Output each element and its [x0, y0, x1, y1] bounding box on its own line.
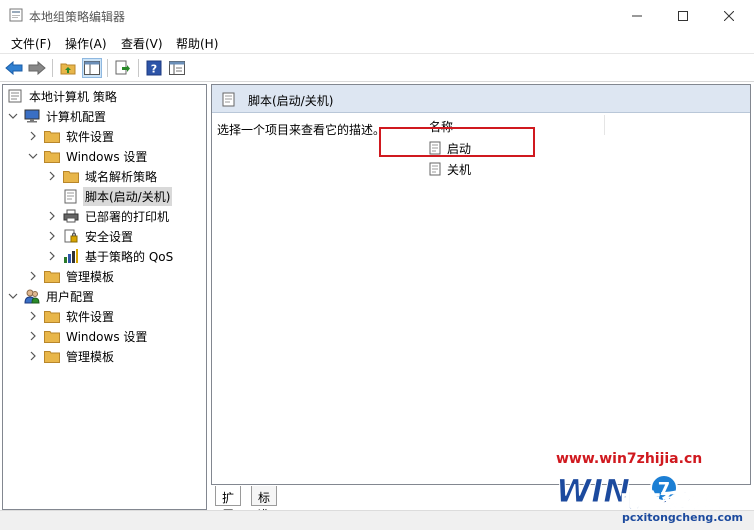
up-button[interactable] [58, 58, 78, 78]
show-hide-tree-button[interactable] [82, 58, 102, 78]
export-list-button[interactable] [113, 58, 133, 78]
menu-bar: 文件(F) 操作(A) 查看(V) 帮助(H) [0, 31, 754, 53]
folder-icon [63, 168, 79, 184]
forward-arrow-icon [28, 61, 46, 75]
title-bar: 本地组策略编辑器 [0, 0, 754, 31]
maximize-button[interactable] [660, 0, 706, 31]
users-icon [24, 288, 40, 304]
column-divider[interactable] [604, 115, 605, 135]
tree-item-computer-config[interactable]: 计算机配置 [7, 106, 108, 126]
details-pane[interactable]: 脚本(启动/关机) 选择一个项目来查看它的描述。 名称 启动 关机 [211, 84, 751, 485]
details-header-title: 脚本(启动/关机) [248, 94, 334, 108]
chevron-right-icon[interactable] [46, 250, 58, 262]
menu-help[interactable]: 帮助(H) [176, 35, 218, 52]
chevron-right-icon[interactable] [46, 170, 58, 182]
forward-button[interactable] [27, 58, 47, 78]
up-folder-icon [60, 63, 76, 75]
chevron-right-icon[interactable] [27, 130, 39, 142]
close-icon [724, 10, 734, 21]
tree-item-local-computer-policy[interactable]: 本地计算机 策略 [7, 86, 119, 106]
back-button[interactable] [4, 58, 24, 78]
properties-icon [169, 61, 185, 75]
toolbar-separator [138, 59, 139, 77]
bar-chart-icon [63, 248, 79, 264]
folder-icon [44, 348, 60, 364]
watermark-subtitle: pcxitongcheng.com [622, 511, 744, 524]
toolbar-separator [107, 59, 108, 77]
properties-button[interactable] [167, 58, 187, 78]
watermark-url: www.win7zhijia.cn [556, 451, 703, 467]
svg-text:电脑系统城: 电脑系统城 [620, 489, 720, 510]
tree-item-uc-software-settings[interactable]: 软件设置 [27, 306, 116, 326]
chevron-right-icon[interactable] [27, 270, 39, 282]
chevron-down-icon[interactable] [7, 290, 19, 302]
policy-document-icon [7, 88, 23, 104]
tree-item-dns-policy[interactable]: 域名解析策略 [46, 166, 159, 186]
security-icon [63, 228, 79, 244]
close-button[interactable] [706, 0, 752, 31]
minimize-icon [632, 15, 642, 16]
tree-pane[interactable]: 本地计算机 策略 计算机配置 软件设置 Windows 设置 域名解析策略 脚本… [2, 84, 207, 510]
tree-item-user-config[interactable]: 用户配置 [7, 286, 96, 306]
details-header: 脚本(启动/关机) [212, 85, 750, 113]
chevron-down-icon[interactable] [7, 110, 19, 122]
toolbar-separator [52, 59, 53, 77]
chevron-right-icon[interactable] [46, 230, 58, 242]
chevron-right-icon[interactable] [27, 350, 39, 362]
description-text: 选择一个项目来查看它的描述。 [217, 123, 386, 137]
help-button[interactable]: ? [144, 58, 164, 78]
script-document-icon [63, 188, 79, 204]
minimize-button[interactable] [614, 0, 660, 31]
menu-file[interactable]: 文件(F) [11, 35, 51, 52]
tab-extended[interactable]: 扩展 [215, 486, 242, 522]
tree-item-cc-windows-settings[interactable]: Windows 设置 [27, 146, 149, 166]
tree-item-cc-software-settings[interactable]: 软件设置 [27, 126, 116, 146]
help-icon: ? [146, 60, 162, 76]
tree-item-uc-windows-settings[interactable]: Windows 设置 [27, 326, 149, 346]
tree-item-scripts[interactable]: 脚本(启动/关机) [46, 186, 173, 206]
tree-item-qos[interactable]: 基于策略的 QoS [46, 246, 175, 266]
tree-item-uc-admin-templates[interactable]: 管理模板 [27, 346, 116, 366]
script-item-icon [429, 162, 443, 176]
toolbar: ? [0, 53, 754, 82]
tree-item-security-settings[interactable]: 安全设置 [46, 226, 135, 246]
export-list-icon [115, 60, 130, 75]
chevron-right-icon[interactable] [27, 310, 39, 322]
folder-icon [44, 308, 60, 324]
computer-icon [24, 108, 40, 124]
group-policy-app-icon [9, 8, 23, 22]
folder-icon [44, 148, 60, 164]
menu-action[interactable]: 操作(A) [65, 35, 107, 52]
svg-text:?: ? [151, 63, 157, 76]
folder-icon [44, 328, 60, 344]
show-hide-tree-icon [84, 61, 100, 75]
tree-item-cc-admin-templates[interactable]: 管理模板 [27, 266, 116, 286]
window-title: 本地组策略编辑器 [29, 10, 126, 24]
annotation-highlight-box [379, 127, 535, 157]
folder-icon [44, 268, 60, 284]
tree-item-deployed-printers[interactable]: 已部署的打印机 [46, 206, 171, 226]
back-arrow-icon [5, 61, 23, 75]
list-item-shutdown[interactable]: 关机 [429, 159, 471, 179]
printer-icon [63, 208, 79, 224]
folder-icon [44, 128, 60, 144]
list-item-label: 关机 [447, 162, 472, 177]
script-document-icon [222, 92, 235, 107]
maximize-icon [678, 10, 688, 21]
chevron-down-icon[interactable] [27, 150, 39, 162]
tab-standard[interactable]: 标准 [251, 486, 278, 522]
menu-view[interactable]: 查看(V) [121, 35, 163, 52]
chevron-right-icon[interactable] [27, 330, 39, 342]
chevron-right-icon[interactable] [46, 210, 58, 222]
